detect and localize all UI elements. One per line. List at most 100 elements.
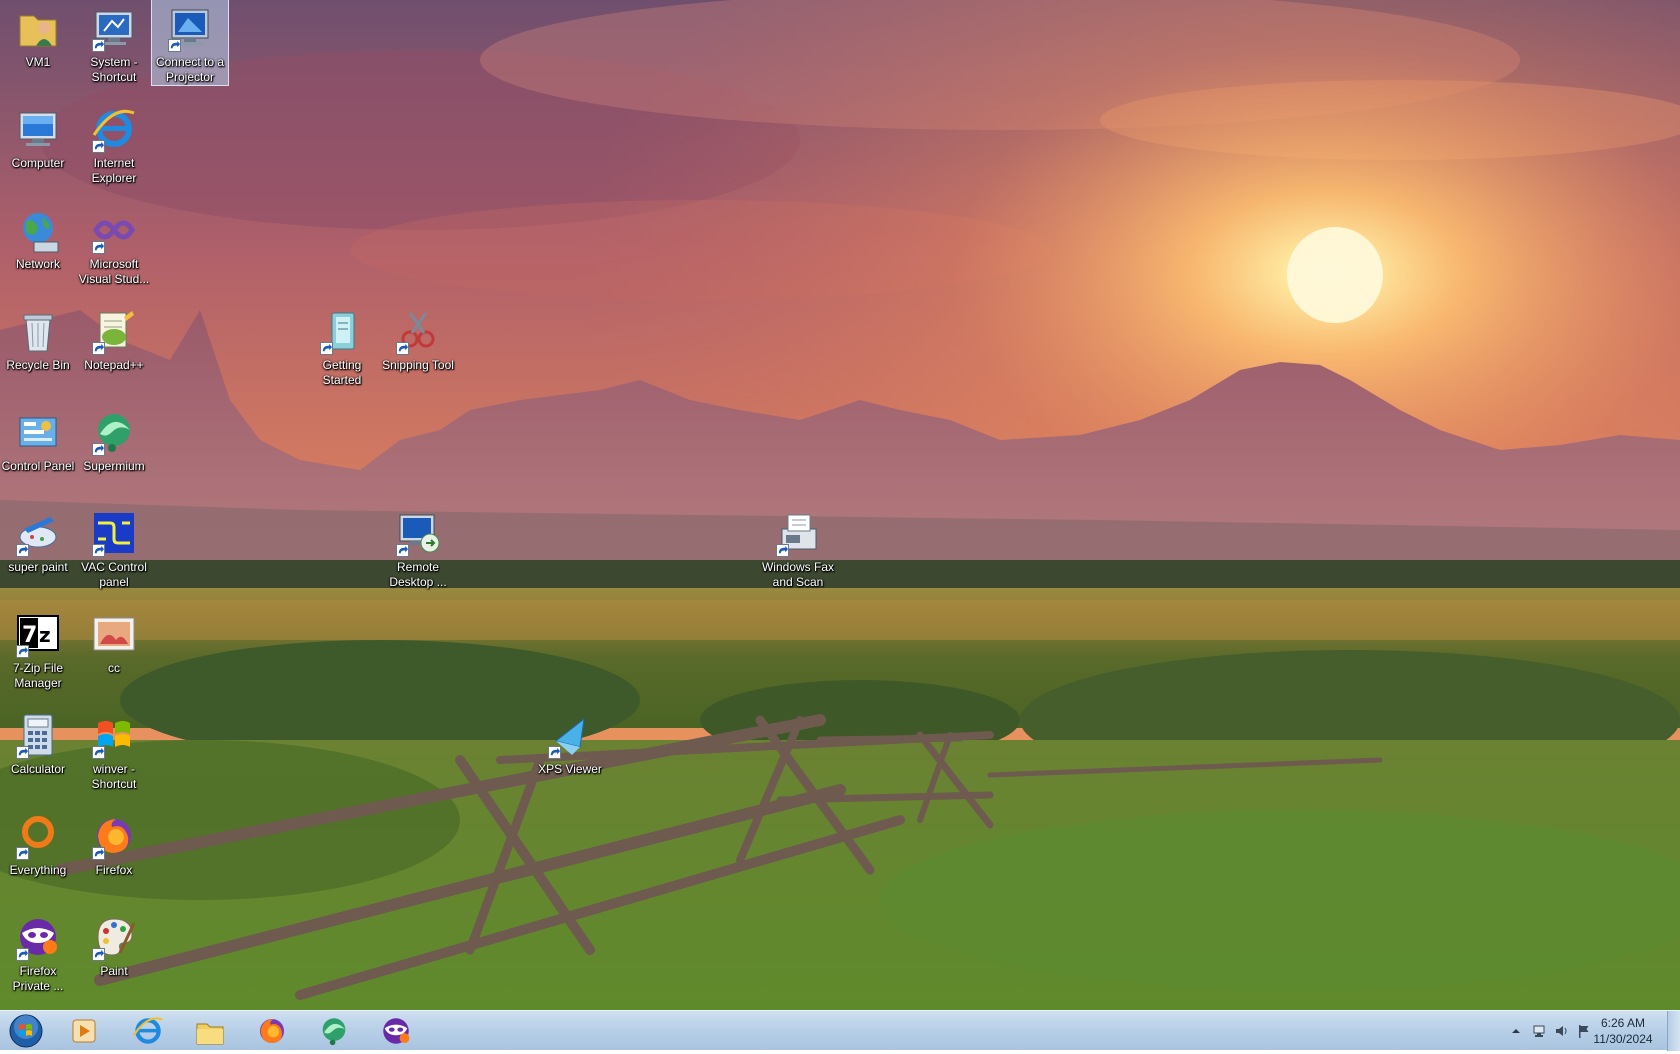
desktop-icon-label: Control Panel	[1, 459, 75, 473]
clock-time: 6:26 AM	[1600, 1016, 1646, 1030]
desktop-icon-label: VAC Control panel	[81, 560, 147, 589]
desktop-icon-label: Firefox	[95, 863, 133, 877]
shortcut-arrow-icon	[92, 544, 105, 557]
desktop-icon[interactable]: System - Shortcut	[76, 0, 152, 85]
taskbar-file-explorer-button[interactable]	[184, 1014, 236, 1048]
desktop-icon-label: Remote Desktop ...	[389, 560, 447, 589]
taskbar-firefox-private-button[interactable]	[370, 1014, 422, 1048]
desktop-icon-label: Connect to a Projector	[155, 55, 225, 84]
desktop-icon[interactable]: Firefox Private ...	[0, 909, 76, 994]
internet-explorer-icon	[122, 1014, 174, 1048]
remote-desktop-icon	[394, 509, 442, 557]
taskbar: 6:26 AM 11/30/2024	[0, 1010, 1680, 1051]
shortcut-arrow-icon	[92, 443, 105, 456]
desktop-icon[interactable]: Supermium	[76, 404, 152, 474]
desktop-icon[interactable]: Everything	[0, 808, 76, 878]
firefox-private-icon	[14, 913, 62, 961]
shortcut-arrow-icon	[320, 342, 333, 355]
shortcut-arrow-icon	[16, 847, 29, 860]
desktop-icon[interactable]: Recycle Bin	[0, 303, 76, 373]
internet-explorer-icon	[90, 105, 138, 153]
supermium-icon	[308, 1014, 360, 1048]
firefox-icon	[90, 812, 138, 860]
desktop-icon[interactable]: Control Panel	[0, 404, 76, 474]
desktop-icon-label: cc	[108, 661, 120, 675]
super-paint-icon	[14, 509, 62, 557]
desktop-icon[interactable]: Internet Explorer	[76, 101, 152, 186]
desktop-icon[interactable]: Firefox	[76, 808, 152, 878]
network-icon[interactable]	[1532, 1023, 1548, 1039]
firefox-private-icon	[370, 1014, 422, 1048]
network-globe-icon	[14, 206, 62, 254]
desktop-icon-label: Calculator	[10, 762, 66, 776]
shortcut-arrow-icon	[396, 544, 409, 557]
desktop-icon[interactable]: Network	[0, 202, 76, 272]
volume-icon[interactable]	[1554, 1023, 1570, 1039]
desktop-icon[interactable]: Microsoft Visual Stud...	[76, 202, 152, 287]
shortcut-arrow-icon	[92, 140, 105, 153]
desktop-icon[interactable]: Connect to a Projector	[151, 0, 229, 86]
snipping-tool-icon	[394, 307, 442, 355]
desktop-icon[interactable]: VM1	[0, 0, 76, 70]
taskbar-supermium-button[interactable]	[308, 1014, 360, 1048]
vac-control-icon	[90, 509, 138, 557]
shortcut-arrow-icon	[92, 241, 105, 254]
desktop-icon-label: winver - Shortcut	[91, 762, 137, 791]
recycle-bin-icon	[14, 307, 62, 355]
system-clock[interactable]: 6:26 AM 11/30/2024	[1588, 1015, 1658, 1047]
paint-palette-icon	[90, 913, 138, 961]
desktop-icon[interactable]: Snipping Tool	[380, 303, 456, 373]
taskbar-media-player-button[interactable]	[58, 1014, 110, 1048]
desktop-icon[interactable]: 7 z 7-Zip File Manager	[0, 606, 76, 691]
notepad-plus-plus-icon	[90, 307, 138, 355]
media-player-icon	[58, 1014, 110, 1048]
calculator-icon	[14, 711, 62, 759]
start-button[interactable]	[6, 1013, 46, 1049]
desktop-icon-label: Microsoft Visual Stud...	[78, 257, 150, 286]
desktop-icon[interactable]: XPS Viewer	[532, 707, 608, 777]
desktop-icon-label: Firefox Private ...	[12, 964, 64, 993]
shortcut-arrow-icon	[16, 544, 29, 557]
everything-search-icon	[14, 812, 62, 860]
desktop-icon-label: System - Shortcut	[90, 55, 138, 84]
desktop-icon[interactable]: Remote Desktop ...	[380, 505, 456, 590]
taskbar-internet-explorer-button[interactable]	[122, 1014, 174, 1048]
desktop-icon-label: Computer	[11, 156, 65, 170]
desktop-icon-label: Windows Fax and Scan	[761, 560, 835, 589]
desktop-icon[interactable]: Calculator	[0, 707, 76, 777]
desktop-icon[interactable]: VAC Control panel	[76, 505, 152, 590]
shortcut-arrow-icon	[92, 948, 105, 961]
desktop-icon-label: super paint	[8, 560, 68, 574]
visual-studio-icon	[90, 206, 138, 254]
svg-text:z: z	[39, 623, 51, 647]
shortcut-arrow-icon	[16, 746, 29, 759]
supermium-icon	[90, 408, 138, 456]
xps-viewer-icon	[546, 711, 594, 759]
image-file-icon	[90, 610, 138, 658]
desktop-icon[interactable]: super paint	[0, 505, 76, 575]
shortcut-arrow-icon	[396, 342, 409, 355]
show-hidden-icons-arrow[interactable]	[1508, 1023, 1524, 1039]
shortcut-arrow-icon	[92, 39, 105, 52]
shortcut-arrow-icon	[92, 746, 105, 759]
shortcut-arrow-icon	[16, 645, 29, 658]
desktop-icon[interactable]: Computer	[0, 101, 76, 171]
user-folder-icon	[14, 4, 62, 52]
desktop-icon[interactable]: Notepad++	[76, 303, 152, 373]
desktop-icon[interactable]: Getting Started	[304, 303, 380, 388]
desktop-icon-label: Internet Explorer	[91, 156, 137, 185]
desktop-icon[interactable]: winver - Shortcut	[76, 707, 152, 792]
desktop-icon[interactable]: Paint	[76, 909, 152, 979]
desktop-icon-label: Network	[15, 257, 60, 271]
taskbar-firefox-button[interactable]	[246, 1014, 298, 1048]
shortcut-arrow-icon	[776, 544, 789, 557]
desktop-icon-label: VM1	[25, 55, 51, 69]
desktop-icon[interactable]: cc	[76, 606, 152, 676]
desktop-icon-label: XPS Viewer	[538, 762, 602, 776]
shortcut-arrow-icon	[92, 342, 105, 355]
windows-flag-icon	[90, 711, 138, 759]
desktop-icon[interactable]: Windows Fax and Scan	[760, 505, 836, 590]
show-desktop-button[interactable]	[1667, 1011, 1680, 1051]
shortcut-arrow-icon	[16, 948, 29, 961]
firefox-icon	[246, 1014, 298, 1048]
